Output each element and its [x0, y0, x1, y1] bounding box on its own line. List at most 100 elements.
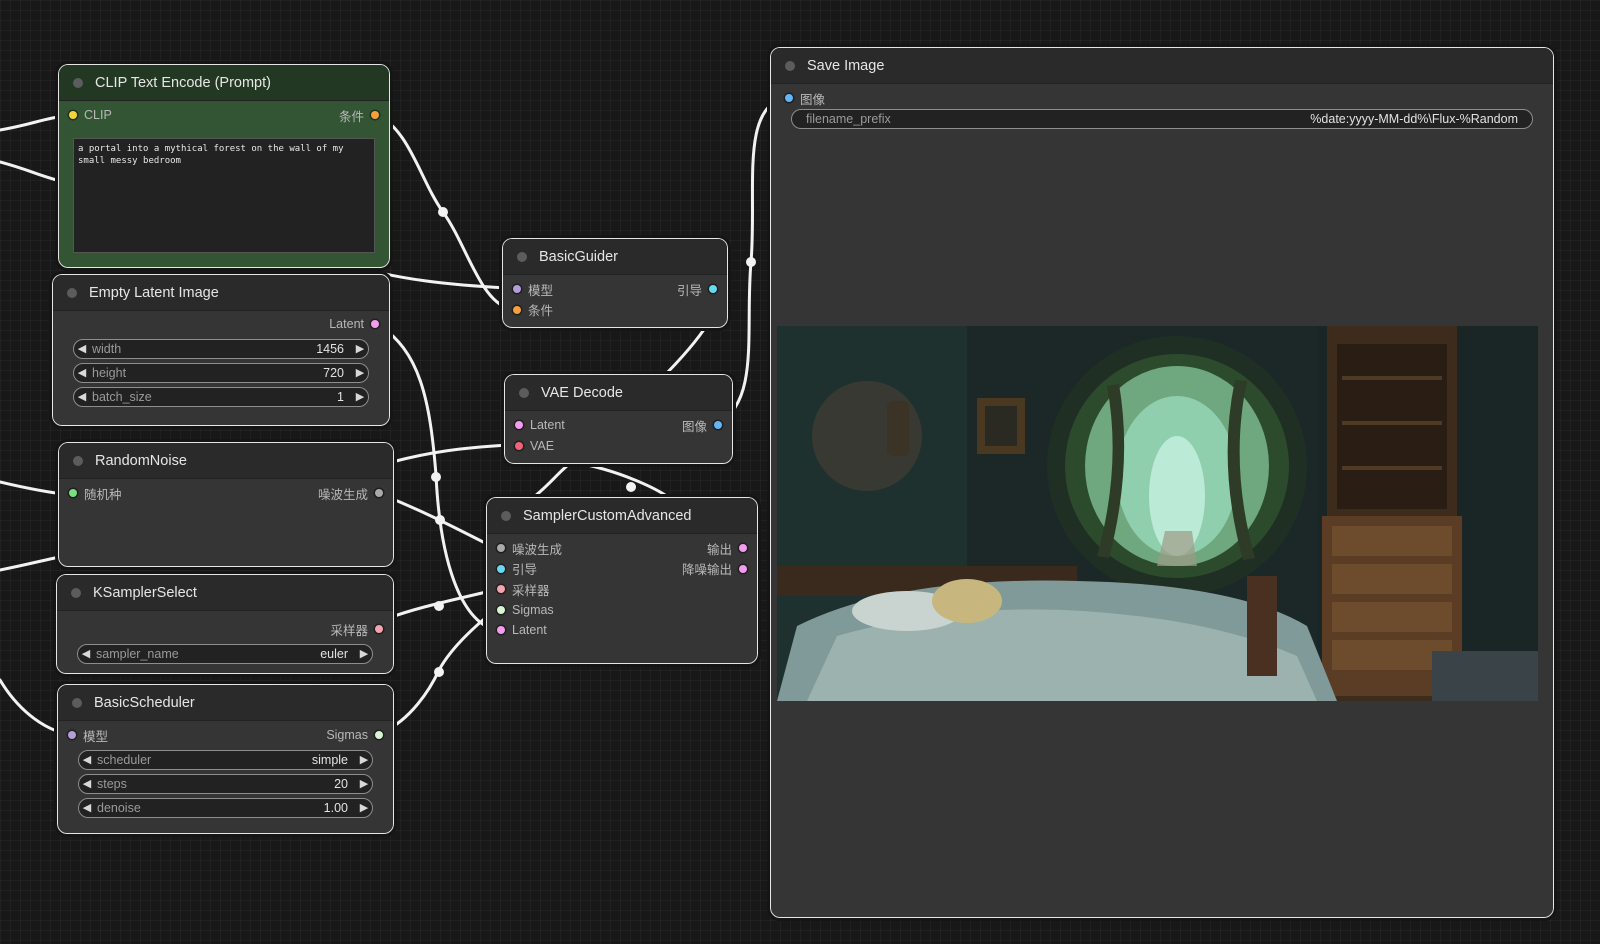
widget-value[interactable]: %date:yyyy-MM-dd%\Flux-%Random: [1310, 112, 1518, 126]
input-pin-icon[interactable]: [513, 285, 521, 294]
previous-arrow-icon[interactable]: ◀: [79, 753, 95, 766]
input-pin-icon[interactable]: [497, 544, 505, 553]
increment-arrow-icon[interactable]: ▶: [352, 366, 368, 379]
input-slot-latent[interactable]: Latent: [515, 415, 565, 436]
input-pin-icon[interactable]: [69, 111, 77, 120]
node-header[interactable]: BasicGuider: [503, 239, 727, 275]
input-pin-icon[interactable]: [497, 564, 505, 573]
input-slot-latent[interactable]: Latent: [497, 620, 547, 641]
vae-decode-node[interactable]: VAE Decode Latent 图像 VAE: [501, 371, 736, 467]
widget-value[interactable]: 1456: [316, 342, 352, 356]
widget-value[interactable]: 1: [337, 390, 352, 404]
input-pin-icon[interactable]: [69, 489, 77, 498]
node-header[interactable]: BasicScheduler: [58, 685, 393, 721]
save-image-node[interactable]: Save Image 图像 filename_prefix %date:yyyy…: [767, 44, 1557, 921]
sampler-name-combo[interactable]: ◀ sampler_name euler ▶: [77, 643, 373, 664]
input-slot-guider[interactable]: 引导: [497, 559, 537, 580]
input-slot-sigmas[interactable]: Sigmas: [497, 600, 554, 621]
collapse-dot-icon[interactable]: [73, 77, 83, 88]
filename-prefix-field[interactable]: filename_prefix %date:yyyy-MM-dd%\Flux-%…: [791, 109, 1533, 129]
batch-size-widget[interactable]: ◀ batch_size 1 ▶: [73, 386, 369, 407]
steps-widget[interactable]: ◀ steps 20 ▶: [78, 773, 373, 794]
input-pin-icon[interactable]: [497, 626, 505, 635]
decrement-arrow-icon[interactable]: ◀: [79, 801, 95, 814]
node-header[interactable]: RandomNoise: [59, 443, 393, 479]
generated-image-preview[interactable]: [777, 326, 1538, 701]
ksampler-select-node[interactable]: KSamplerSelect 采样器 ◀ sampler_name euler …: [53, 571, 397, 677]
output-slot-noise[interactable]: 噪波生成: [318, 483, 383, 504]
decrement-arrow-icon[interactable]: ◀: [79, 777, 95, 790]
input-pin-icon[interactable]: [513, 305, 521, 314]
input-slot-image[interactable]: 图像: [785, 88, 825, 109]
node-header[interactable]: Empty Latent Image: [53, 275, 389, 311]
widget-value[interactable]: euler: [320, 647, 356, 661]
widget-value[interactable]: simple: [312, 753, 356, 767]
height-widget[interactable]: ◀ height 720 ▶: [73, 362, 369, 383]
input-pin-icon[interactable]: [68, 731, 76, 740]
collapse-dot-icon[interactable]: [517, 251, 527, 262]
input-slot-model[interactable]: 模型: [68, 725, 108, 746]
input-slot-clip[interactable]: CLIP: [69, 105, 112, 126]
increment-arrow-icon[interactable]: ▶: [352, 390, 368, 403]
random-noise-node[interactable]: RandomNoise 随机种 噪波生成: [55, 439, 397, 570]
node-header[interactable]: Save Image: [771, 48, 1553, 84]
input-slot-noise[interactable]: 噪波生成: [497, 538, 562, 559]
previous-arrow-icon[interactable]: ◀: [78, 647, 94, 660]
input-pin-icon[interactable]: [785, 94, 793, 103]
widget-value[interactable]: 1.00: [324, 801, 356, 815]
input-pin-icon[interactable]: [515, 441, 523, 450]
sampler-custom-advanced-node[interactable]: SamplerCustomAdvanced 噪波生成 输出 引导 降噪输出 采样…: [483, 494, 761, 667]
widget-value[interactable]: 20: [334, 777, 356, 791]
output-slot-conditioning[interactable]: 条件: [339, 105, 379, 126]
output-slot-image[interactable]: 图像: [682, 415, 722, 436]
empty-latent-image-node[interactable]: Empty Latent Image Latent ◀ width 1456 ▶…: [49, 271, 393, 429]
output-pin-icon[interactable]: [371, 320, 379, 329]
collapse-dot-icon[interactable]: [73, 455, 83, 466]
input-slot-sampler[interactable]: 采样器: [497, 579, 550, 600]
output-slot-sigmas[interactable]: Sigmas: [326, 725, 383, 746]
output-slot-guider[interactable]: 引导: [677, 279, 717, 300]
decrement-arrow-icon[interactable]: ◀: [74, 366, 90, 379]
input-slot-model[interactable]: 模型: [513, 279, 553, 300]
scheduler-combo[interactable]: ◀ scheduler simple ▶: [78, 749, 373, 770]
basic-guider-node[interactable]: BasicGuider 模型 引导 条件: [499, 235, 731, 331]
node-header[interactable]: VAE Decode: [505, 375, 732, 411]
output-pin-icon[interactable]: [714, 421, 722, 430]
widget-value[interactable]: 720: [323, 366, 352, 380]
output-pin-icon[interactable]: [739, 544, 747, 553]
clip-text-encode-node[interactable]: CLIP Text Encode (Prompt) CLIP 条件 a port…: [55, 61, 393, 271]
collapse-dot-icon[interactable]: [785, 60, 795, 71]
output-pin-icon[interactable]: [739, 564, 747, 573]
increment-arrow-icon[interactable]: ▶: [356, 801, 372, 814]
denoise-widget[interactable]: ◀ denoise 1.00 ▶: [78, 797, 373, 818]
input-pin-icon[interactable]: [497, 605, 505, 614]
node-header[interactable]: KSamplerSelect: [57, 575, 393, 611]
output-slot-latent[interactable]: Latent: [329, 314, 379, 335]
input-slot-seed[interactable]: 随机种: [69, 483, 122, 504]
output-pin-icon[interactable]: [375, 731, 383, 740]
collapse-dot-icon[interactable]: [71, 587, 81, 598]
decrement-arrow-icon[interactable]: ◀: [74, 390, 90, 403]
output-slot-output[interactable]: 输出: [707, 538, 747, 559]
output-slot-sampler[interactable]: 采样器: [330, 619, 383, 640]
output-pin-icon[interactable]: [375, 489, 383, 498]
decrement-arrow-icon[interactable]: ◀: [74, 342, 90, 355]
collapse-dot-icon[interactable]: [501, 510, 511, 521]
output-slot-denoised[interactable]: 降噪输出: [682, 559, 747, 580]
output-pin-icon[interactable]: [709, 285, 717, 294]
output-pin-icon[interactable]: [371, 111, 379, 120]
width-widget[interactable]: ◀ width 1456 ▶: [73, 338, 369, 359]
next-arrow-icon[interactable]: ▶: [356, 753, 372, 766]
node-header[interactable]: CLIP Text Encode (Prompt): [59, 65, 389, 101]
collapse-dot-icon[interactable]: [67, 287, 77, 298]
collapse-dot-icon[interactable]: [519, 387, 529, 398]
input-pin-icon[interactable]: [515, 421, 523, 430]
node-header[interactable]: SamplerCustomAdvanced: [487, 498, 757, 534]
basic-scheduler-node[interactable]: BasicScheduler 模型 Sigmas ◀ scheduler sim…: [54, 681, 397, 837]
increment-arrow-icon[interactable]: ▶: [356, 777, 372, 790]
input-pin-icon[interactable]: [497, 585, 505, 594]
input-slot-conditioning[interactable]: 条件: [513, 300, 553, 321]
next-arrow-icon[interactable]: ▶: [356, 647, 372, 660]
input-slot-vae[interactable]: VAE: [515, 436, 554, 457]
collapse-dot-icon[interactable]: [72, 697, 82, 708]
